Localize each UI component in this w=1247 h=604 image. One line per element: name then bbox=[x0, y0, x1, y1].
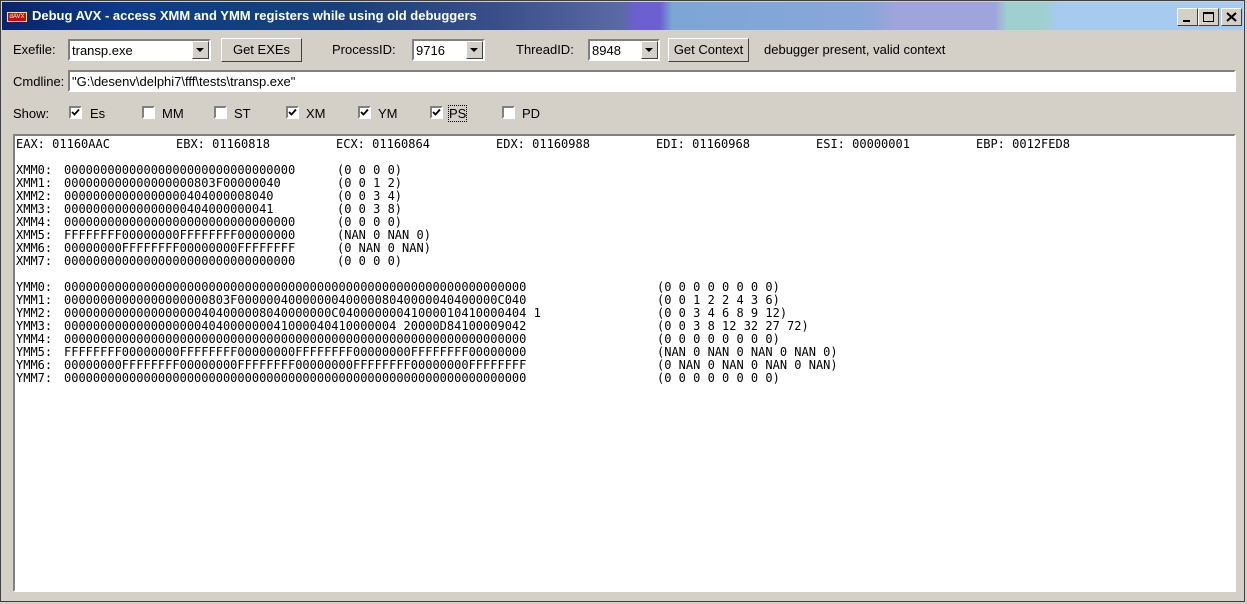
processid-dropdown-button[interactable] bbox=[466, 41, 483, 59]
show-pd-label[interactable]: PD bbox=[522, 106, 540, 121]
title-bar[interactable]: dAVX Debug AVX - access XMM and YMM regi… bbox=[2, 2, 1243, 30]
show-st-checkbox[interactable] bbox=[214, 106, 227, 119]
checkmark-icon bbox=[360, 108, 369, 116]
app-window: dAVX Debug AVX - access XMM and YMM regi… bbox=[0, 0, 1245, 602]
show-mm-label[interactable]: MM bbox=[162, 106, 184, 121]
processid-label: ProcessID: bbox=[332, 42, 396, 57]
checkmark-icon bbox=[71, 108, 80, 116]
close-button[interactable] bbox=[1221, 8, 1242, 26]
exefile-label: Exefile: bbox=[13, 42, 56, 57]
threadid-value: 8948 bbox=[592, 43, 621, 58]
app-icon[interactable]: dAVX bbox=[7, 12, 27, 22]
reg-edi: EDI: 01160968 bbox=[656, 137, 750, 151]
show-st-label[interactable]: ST bbox=[234, 106, 251, 121]
register-output-memo[interactable]: EAX: 01160AAC EBX: 01160818 ECX: 0116086… bbox=[13, 134, 1236, 592]
chevron-down-icon bbox=[470, 48, 478, 52]
show-ym-label[interactable]: YM bbox=[378, 106, 398, 121]
show-ps-label[interactable]: PS bbox=[447, 105, 468, 122]
show-ps-checkbox[interactable] bbox=[430, 106, 443, 119]
show-label: Show: bbox=[13, 106, 50, 121]
ymm-hex-values: 0000000000000000000000000000000000000000… bbox=[64, 280, 541, 385]
reg-esi: ESI: 00000001 bbox=[816, 137, 910, 151]
show-xm-label[interactable]: XM bbox=[306, 106, 326, 121]
show-pd-checkbox[interactable] bbox=[502, 106, 515, 119]
show-es-checkbox[interactable] bbox=[69, 106, 82, 119]
reg-eax: EAX: 01160AAC bbox=[16, 137, 110, 151]
window-title: Debug AVX - access XMM and YMM registers… bbox=[32, 8, 477, 23]
maximize-icon bbox=[1203, 12, 1214, 22]
chevron-down-icon bbox=[645, 48, 653, 52]
get-context-button[interactable]: Get Context bbox=[668, 38, 749, 62]
xmm-names: XMM0: XMM1: XMM2: XMM3: XMM4: XMM5: XMM6: XMM7: bbox=[16, 163, 53, 268]
exefile-combo[interactable]: transp.exe bbox=[68, 39, 211, 61]
maximize-button[interactable] bbox=[1198, 8, 1219, 26]
reg-edx: EDX: 01160988 bbox=[496, 137, 590, 151]
show-ym-checkbox[interactable] bbox=[358, 106, 371, 119]
minimize-icon bbox=[1183, 20, 1190, 22]
show-xm-checkbox[interactable] bbox=[286, 106, 299, 119]
exefile-value: transp.exe bbox=[72, 43, 133, 58]
threadid-dropdown-button[interactable] bbox=[641, 41, 658, 59]
threadid-combo[interactable]: 8948 bbox=[588, 39, 660, 61]
checkmark-icon bbox=[288, 108, 297, 116]
cmdline-value: "G:\desenv\delphi7\fff\tests\transp.exe" bbox=[72, 74, 296, 89]
get-exes-button[interactable]: Get EXEs bbox=[221, 38, 302, 62]
ymm-names: YMM0: YMM1: YMM2: YMM3: YMM4: YMM5: YMM6: YMM7: bbox=[16, 280, 53, 385]
reg-ecx: ECX: 01160864 bbox=[336, 137, 430, 151]
reg-ebp: EBP: 0012FED8 bbox=[976, 137, 1070, 151]
reg-ebx: EBX: 01160818 bbox=[176, 137, 270, 151]
checkmark-icon bbox=[432, 108, 441, 116]
threadid-label: ThreadID: bbox=[516, 42, 574, 57]
chevron-down-icon bbox=[196, 48, 204, 52]
ymm-ps-values: (0 0 0 0 0 0 0 0) (0 0 1 2 2 4 3 6) (0 0 3… bbox=[657, 280, 838, 385]
xmm-ps-values: (0 0 0 0) (0 0 1 2) (0 0 3 4) (0 0 3 8) (0 0… bbox=[337, 163, 431, 268]
xmm-hex-values: 00000000000000000000000000000000 00000000… bbox=[64, 163, 296, 268]
processid-combo[interactable]: 9716 bbox=[412, 39, 485, 61]
exefile-dropdown-button[interactable] bbox=[192, 41, 209, 59]
cmdline-label: Cmdline: bbox=[13, 74, 65, 89]
minimize-button[interactable] bbox=[1177, 8, 1198, 26]
processid-value: 9716 bbox=[416, 43, 445, 58]
status-text: debugger present, valid context bbox=[764, 42, 946, 57]
close-icon bbox=[1226, 12, 1237, 22]
show-mm-checkbox[interactable] bbox=[142, 106, 155, 119]
cmdline-input[interactable]: "G:\desenv\delphi7\fff\tests\transp.exe" bbox=[68, 70, 1236, 92]
show-es-label[interactable]: Es bbox=[90, 106, 105, 121]
